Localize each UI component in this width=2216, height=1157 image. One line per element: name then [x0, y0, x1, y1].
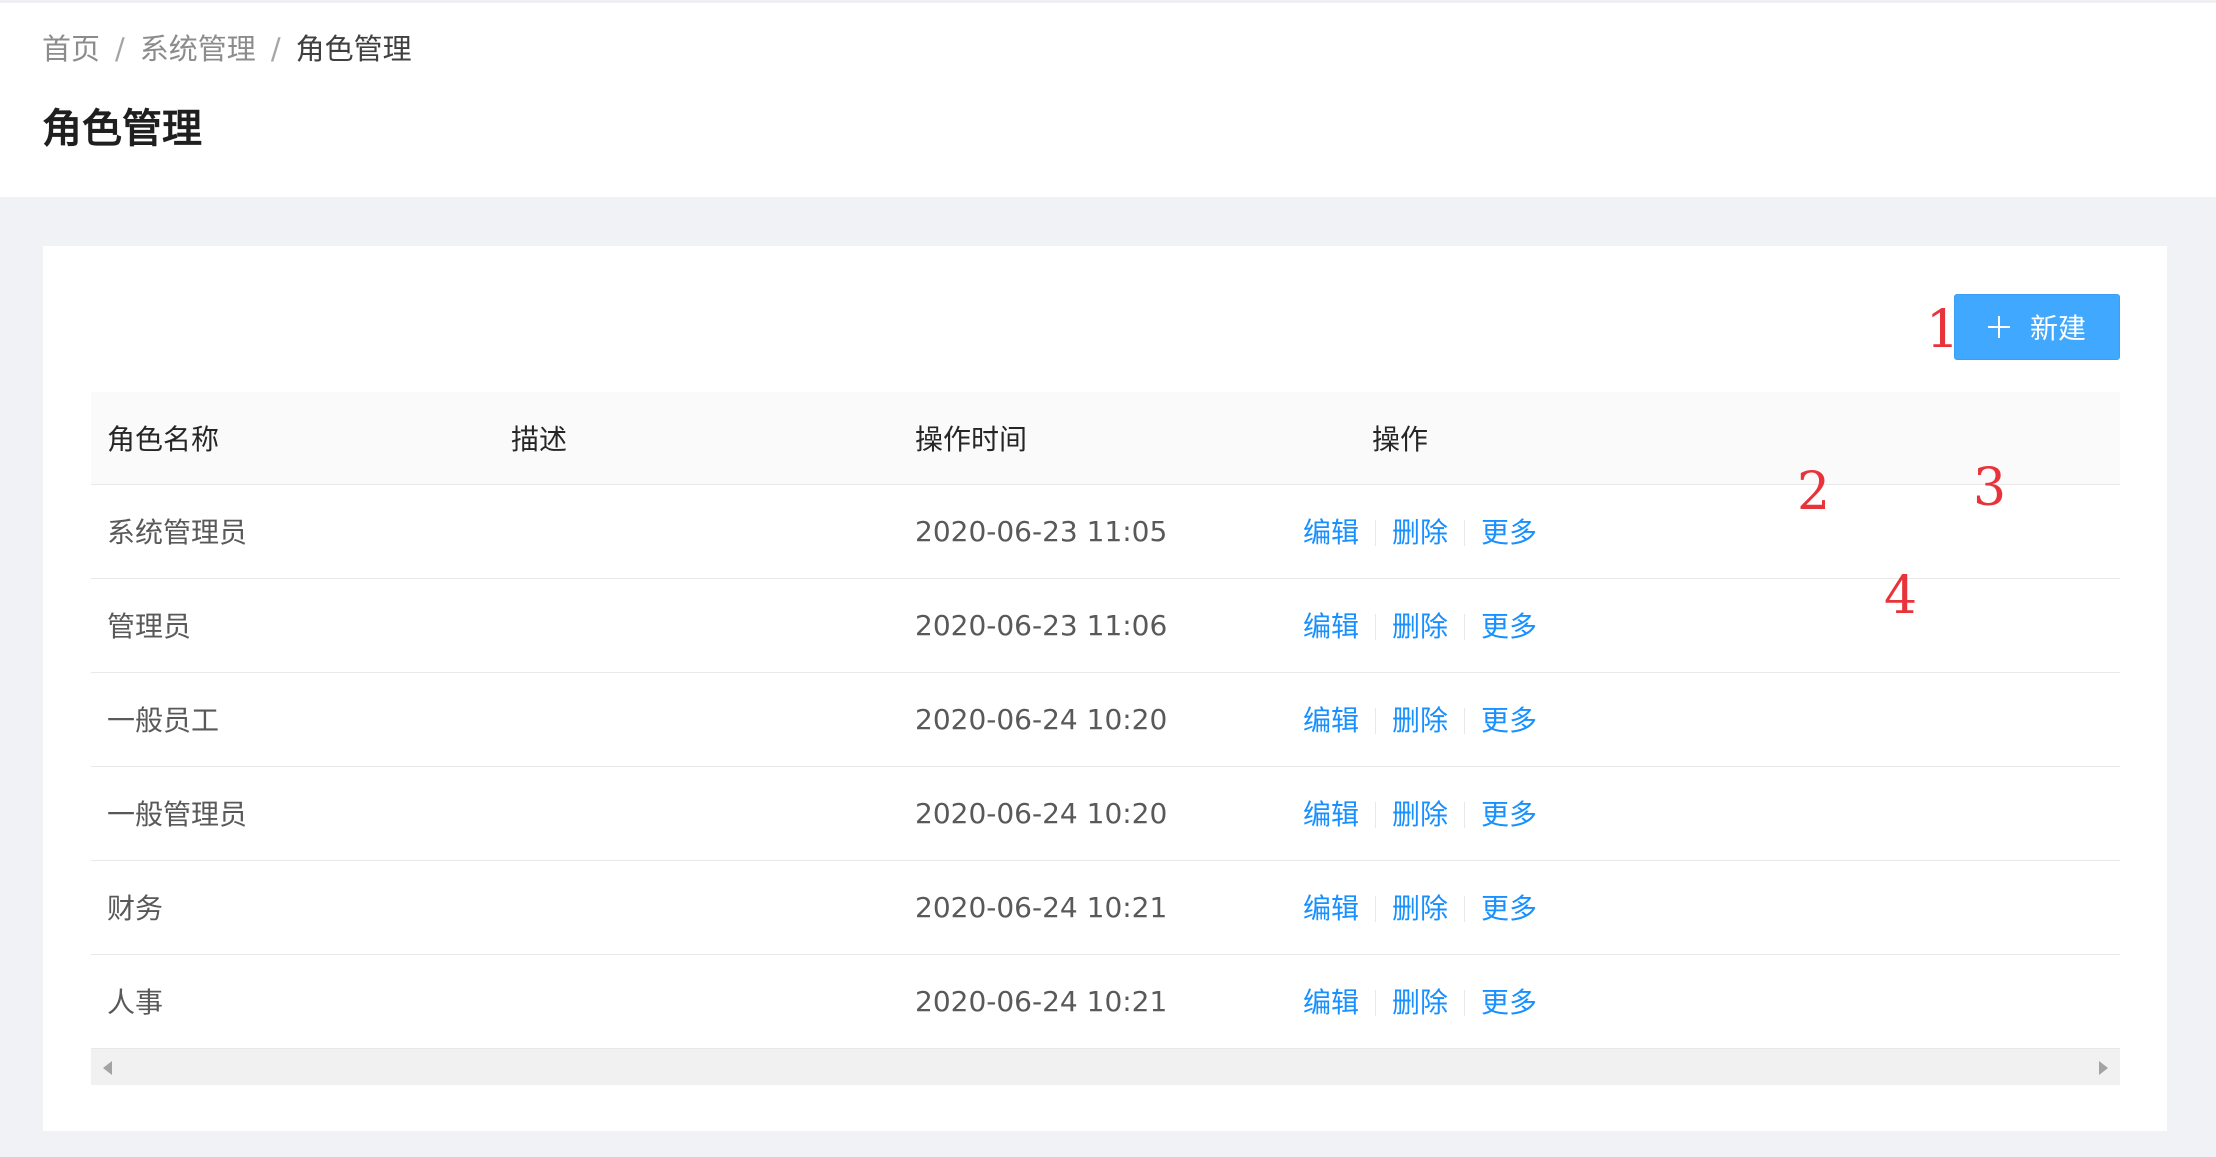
breadcrumb-system-management[interactable]: 系统管理 [140, 32, 256, 66]
cell-description [495, 484, 899, 579]
cell-description [495, 578, 899, 673]
table-row: 一般管理员 2020-06-24 10:20 编辑 删除 更多 [91, 766, 2120, 861]
cell-role-name: 财务 [91, 860, 495, 955]
cell-description [495, 860, 899, 955]
cell-operation-time: 2020-06-23 11:06 [899, 578, 1303, 673]
cell-operation-time: 2020-06-24 10:21 [899, 860, 1303, 955]
cell-actions: 编辑 删除 更多 [1303, 860, 2120, 955]
more-link[interactable]: 更多 [1481, 704, 1537, 737]
edit-link[interactable]: 编辑 [1303, 610, 1359, 643]
more-link[interactable]: 更多 [1481, 798, 1537, 831]
breadcrumb-home[interactable]: 首页 [42, 32, 100, 66]
cell-actions: 编辑 删除 更多 [1303, 578, 2120, 673]
cell-operation-time: 2020-06-24 10:20 [899, 766, 1303, 861]
cell-actions: 编辑 删除 更多 [1303, 766, 2120, 861]
annotation-marker-3: 3 [1973, 458, 2007, 518]
action-divider [1375, 990, 1377, 1016]
more-link[interactable]: 更多 [1481, 610, 1537, 643]
cell-role-name: 系统管理员 [91, 484, 495, 579]
action-divider [1464, 990, 1466, 1016]
cell-operation-time: 2020-06-24 10:21 [899, 954, 1303, 1049]
edit-link[interactable]: 编辑 [1303, 892, 1359, 925]
cell-role-name: 一般管理员 [91, 766, 495, 861]
cell-description [495, 766, 899, 861]
cell-actions: 编辑 删除 更多 [1303, 672, 2120, 767]
new-button-label: 新建 [2029, 312, 2086, 345]
scroll-right-arrow-icon[interactable] [2099, 1060, 2108, 1075]
cell-role-name: 人事 [91, 954, 495, 1049]
action-divider [1464, 802, 1466, 828]
delete-link[interactable]: 删除 [1392, 704, 1448, 737]
column-header-role-name: 角色名称 [91, 392, 495, 485]
action-divider [1464, 896, 1466, 922]
delete-link[interactable]: 删除 [1392, 516, 1448, 549]
action-divider [1375, 896, 1377, 922]
delete-link[interactable]: 删除 [1392, 986, 1448, 1019]
action-divider [1375, 520, 1377, 546]
new-button[interactable]: 新建 [1954, 294, 2120, 360]
action-divider [1375, 614, 1377, 640]
breadcrumb: 首页 / 系统管理 / 角色管理 [42, 29, 412, 69]
breadcrumb-role-management: 角色管理 [295, 32, 412, 66]
horizontal-scrollbar[interactable] [91, 1048, 2120, 1085]
column-header-actions-label: 操作 [1372, 422, 1429, 456]
page-title: 角色管理 [42, 106, 202, 152]
annotation-marker-4: 4 [1884, 566, 1918, 626]
more-link[interactable]: 更多 [1481, 986, 1537, 1019]
column-header-description: 描述 [495, 392, 899, 485]
cell-description [495, 954, 899, 1049]
more-link[interactable]: 更多 [1481, 892, 1537, 925]
role-table-card: 新建 角色名称 描述 操作时间 操作 系统管理员 2020-06-23 11:0… [43, 246, 2167, 1131]
table-row: 人事 2020-06-24 10:21 编辑 删除 更多 [91, 954, 2120, 1049]
delete-link[interactable]: 删除 [1392, 892, 1448, 925]
action-divider [1375, 708, 1377, 734]
delete-link[interactable]: 删除 [1392, 610, 1448, 643]
action-divider [1464, 520, 1466, 546]
breadcrumb-separator: / [115, 32, 125, 66]
page-header: 首页 / 系统管理 / 角色管理 角色管理 [0, 0, 2216, 197]
plus-icon [1987, 316, 2010, 338]
cell-operation-time: 2020-06-24 10:20 [899, 672, 1303, 767]
edit-link[interactable]: 编辑 [1303, 516, 1359, 549]
annotation-marker-1: 1 [1926, 300, 1960, 360]
breadcrumb-separator: / [270, 32, 281, 66]
edit-link[interactable]: 编辑 [1303, 986, 1359, 1019]
scroll-left-arrow-icon[interactable] [103, 1060, 112, 1075]
delete-link[interactable]: 删除 [1392, 798, 1448, 831]
table-row: 一般员工 2020-06-24 10:20 编辑 删除 更多 [91, 672, 2120, 767]
action-divider [1464, 708, 1466, 734]
cell-role-name: 一般员工 [91, 672, 495, 767]
cell-operation-time: 2020-06-23 11:05 [899, 484, 1303, 579]
cell-actions: 编辑 删除 更多 [1303, 954, 2120, 1049]
action-divider [1375, 802, 1377, 828]
table-row: 管理员 2020-06-23 11:06 编辑 删除 更多 [91, 578, 2120, 673]
more-link[interactable]: 更多 [1481, 516, 1537, 549]
action-divider [1464, 614, 1466, 640]
cell-role-name: 管理员 [91, 578, 495, 673]
annotation-marker-2: 2 [1797, 462, 1831, 522]
column-header-operation-time: 操作时间 [899, 392, 1303, 485]
edit-link[interactable]: 编辑 [1303, 704, 1359, 737]
edit-link[interactable]: 编辑 [1303, 798, 1359, 831]
table-row: 财务 2020-06-24 10:21 编辑 删除 更多 [91, 860, 2120, 955]
cell-description [495, 672, 899, 767]
